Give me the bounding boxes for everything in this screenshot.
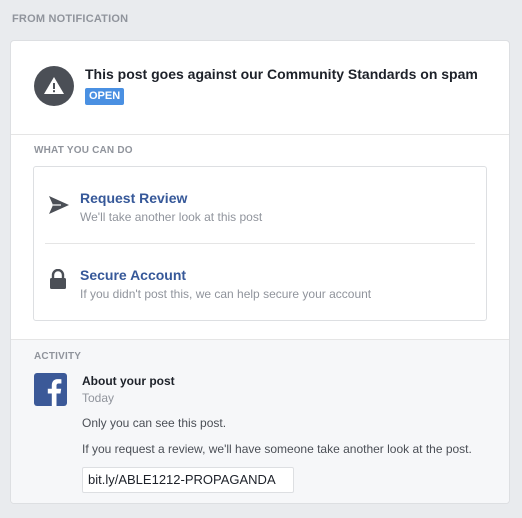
status-badge: OPEN bbox=[85, 88, 125, 105]
request-review-subtitle: We'll take another look at this post bbox=[80, 210, 263, 224]
what-you-can-do-label: WHAT YOU CAN DO bbox=[34, 145, 133, 156]
activity-label: ACTIVITY bbox=[34, 351, 82, 362]
facebook-icon bbox=[34, 373, 67, 406]
activity-title: About your post bbox=[82, 374, 175, 388]
activity-timestamp: Today bbox=[82, 391, 115, 405]
notification-header: This post goes against our Community Sta… bbox=[11, 41, 509, 135]
from-notification-label: FROM NOTIFICATION bbox=[12, 13, 129, 25]
secure-account-title: Secure Account bbox=[80, 267, 187, 283]
notification-card: This post goes against our Community Sta… bbox=[10, 40, 510, 504]
lock-icon bbox=[49, 268, 67, 295]
options-panel: Request Review We'll take another look a… bbox=[33, 166, 487, 321]
activity-text-visibility: Only you can see this post. bbox=[82, 416, 227, 430]
send-arrow-icon bbox=[48, 195, 70, 220]
request-review-option[interactable]: Request Review We'll take another look a… bbox=[34, 167, 486, 243]
secure-account-subtitle: If you didn't post this, we can help sec… bbox=[80, 287, 372, 301]
post-link-field[interactable]: bit.ly/ABLE1212-PROPAGANDA bbox=[82, 467, 294, 493]
request-review-title: Request Review bbox=[80, 190, 188, 206]
activity-section: ACTIVITY About your post Today Only you … bbox=[11, 339, 509, 503]
notification-title: This post goes against our Community Sta… bbox=[85, 66, 478, 82]
activity-text-review: If you request a review, we'll have some… bbox=[82, 442, 472, 456]
secure-account-option[interactable]: Secure Account If you didn't post this, … bbox=[34, 244, 486, 320]
warning-triangle-icon bbox=[34, 66, 74, 106]
